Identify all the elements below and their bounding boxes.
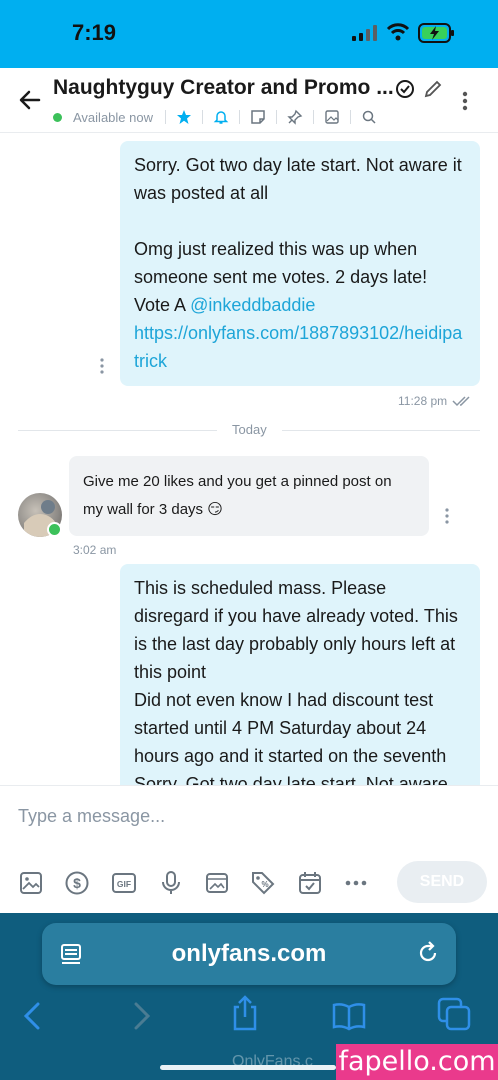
profile-link[interactable]: https://onlyfans.com/1887893102/heidipat… xyxy=(134,319,466,375)
back-icon[interactable] xyxy=(20,1001,46,1031)
gif-icon[interactable]: GIF xyxy=(111,870,137,896)
day-divider-label: Today xyxy=(217,422,282,437)
sticky-note-icon[interactable] xyxy=(250,109,266,125)
divider xyxy=(201,110,203,124)
clock: 7:19 xyxy=(72,20,117,45)
read-receipt-icon xyxy=(452,396,470,407)
message-options-icon[interactable] xyxy=(444,508,450,524)
calendar-icon[interactable] xyxy=(297,870,323,896)
bell-icon[interactable] xyxy=(213,109,229,125)
chat-header: Naughtyguy Creator and Promo ... Availab… xyxy=(0,68,498,133)
media-vault-icon[interactable] xyxy=(204,870,230,896)
status-bar: 7:19 xyxy=(0,0,498,68)
more-options-icon[interactable] xyxy=(462,91,468,111)
online-indicator xyxy=(53,112,62,122)
divider xyxy=(349,110,351,124)
gallery-icon[interactable] xyxy=(324,109,340,125)
message-text: Give me 20 likes and you get a pinned po… xyxy=(83,473,392,518)
svg-text:$: $ xyxy=(73,875,81,891)
svg-text:GIF: GIF xyxy=(117,879,131,889)
bookmarks-icon[interactable] xyxy=(331,1001,367,1031)
message-time: 11:28 pm xyxy=(398,394,448,408)
reload-icon[interactable] xyxy=(415,940,441,966)
share-icon[interactable] xyxy=(229,995,261,1031)
presence-label: Available now xyxy=(73,109,153,125)
svg-text:%: % xyxy=(261,880,268,889)
mention-link[interactable]: @inkeddbaddie xyxy=(190,295,315,315)
back-arrow-icon[interactable] xyxy=(18,88,42,112)
dollar-icon[interactable]: $ xyxy=(64,870,90,896)
incoming-message[interactable]: Give me 20 likes and you get a pinned po… xyxy=(69,456,429,536)
divider xyxy=(164,110,166,124)
battery-charging-icon xyxy=(418,23,454,43)
url-text: onlyfans.com xyxy=(171,940,327,967)
price-tag-icon[interactable]: % xyxy=(250,870,276,896)
watermark: fapello.com xyxy=(336,1044,498,1080)
wifi-icon xyxy=(386,23,410,41)
message-meta: 11:28 pm xyxy=(398,394,474,408)
message-text: Did not even know I had discount test st… xyxy=(134,690,447,766)
forward-icon[interactable] xyxy=(128,1001,154,1031)
outgoing-message[interactable]: This is scheduled mass. Please disregard… xyxy=(120,564,480,785)
message-text: This is scheduled mass. Please disregard… xyxy=(134,578,458,682)
divider xyxy=(275,110,277,124)
cellular-signal-icon xyxy=(352,25,377,41)
address-bar[interactable]: onlyfans.com xyxy=(42,923,456,985)
search-icon[interactable] xyxy=(361,109,377,125)
message-input[interactable] xyxy=(18,806,478,827)
message-options-icon[interactable] xyxy=(99,358,105,374)
outgoing-message[interactable]: Sorry. Got two day late start. Not aware… xyxy=(120,141,480,386)
message-text: Omg just realized this was up when someo… xyxy=(134,235,466,375)
message-text: Sorry. Got two day late start. Not aware… xyxy=(134,155,462,203)
divider xyxy=(238,110,240,124)
chat-subbar: Available now xyxy=(53,108,381,126)
send-button[interactable]: SEND xyxy=(397,861,487,903)
pin-icon[interactable] xyxy=(287,109,303,125)
tabs-icon[interactable] xyxy=(437,997,471,1031)
edit-pencil-icon[interactable] xyxy=(423,79,443,99)
message-thread[interactable]: Sorry. Got two day late start. Not aware… xyxy=(0,133,498,785)
message-text: Sorry. Got two day late start. Not aware xyxy=(134,774,448,785)
divider xyxy=(312,110,314,124)
verified-badge-icon xyxy=(396,80,414,98)
home-indicator[interactable] xyxy=(160,1065,336,1070)
message-time: 3:02 am xyxy=(73,543,117,557)
chat-title[interactable]: Naughtyguy Creator and Promo ... xyxy=(53,76,394,100)
microphone-icon[interactable] xyxy=(158,870,184,896)
message-composer: $ GIF % SEND xyxy=(0,785,498,914)
online-indicator xyxy=(47,522,62,537)
star-icon[interactable] xyxy=(176,109,192,125)
more-icon[interactable] xyxy=(343,870,369,896)
image-icon[interactable] xyxy=(18,870,44,896)
